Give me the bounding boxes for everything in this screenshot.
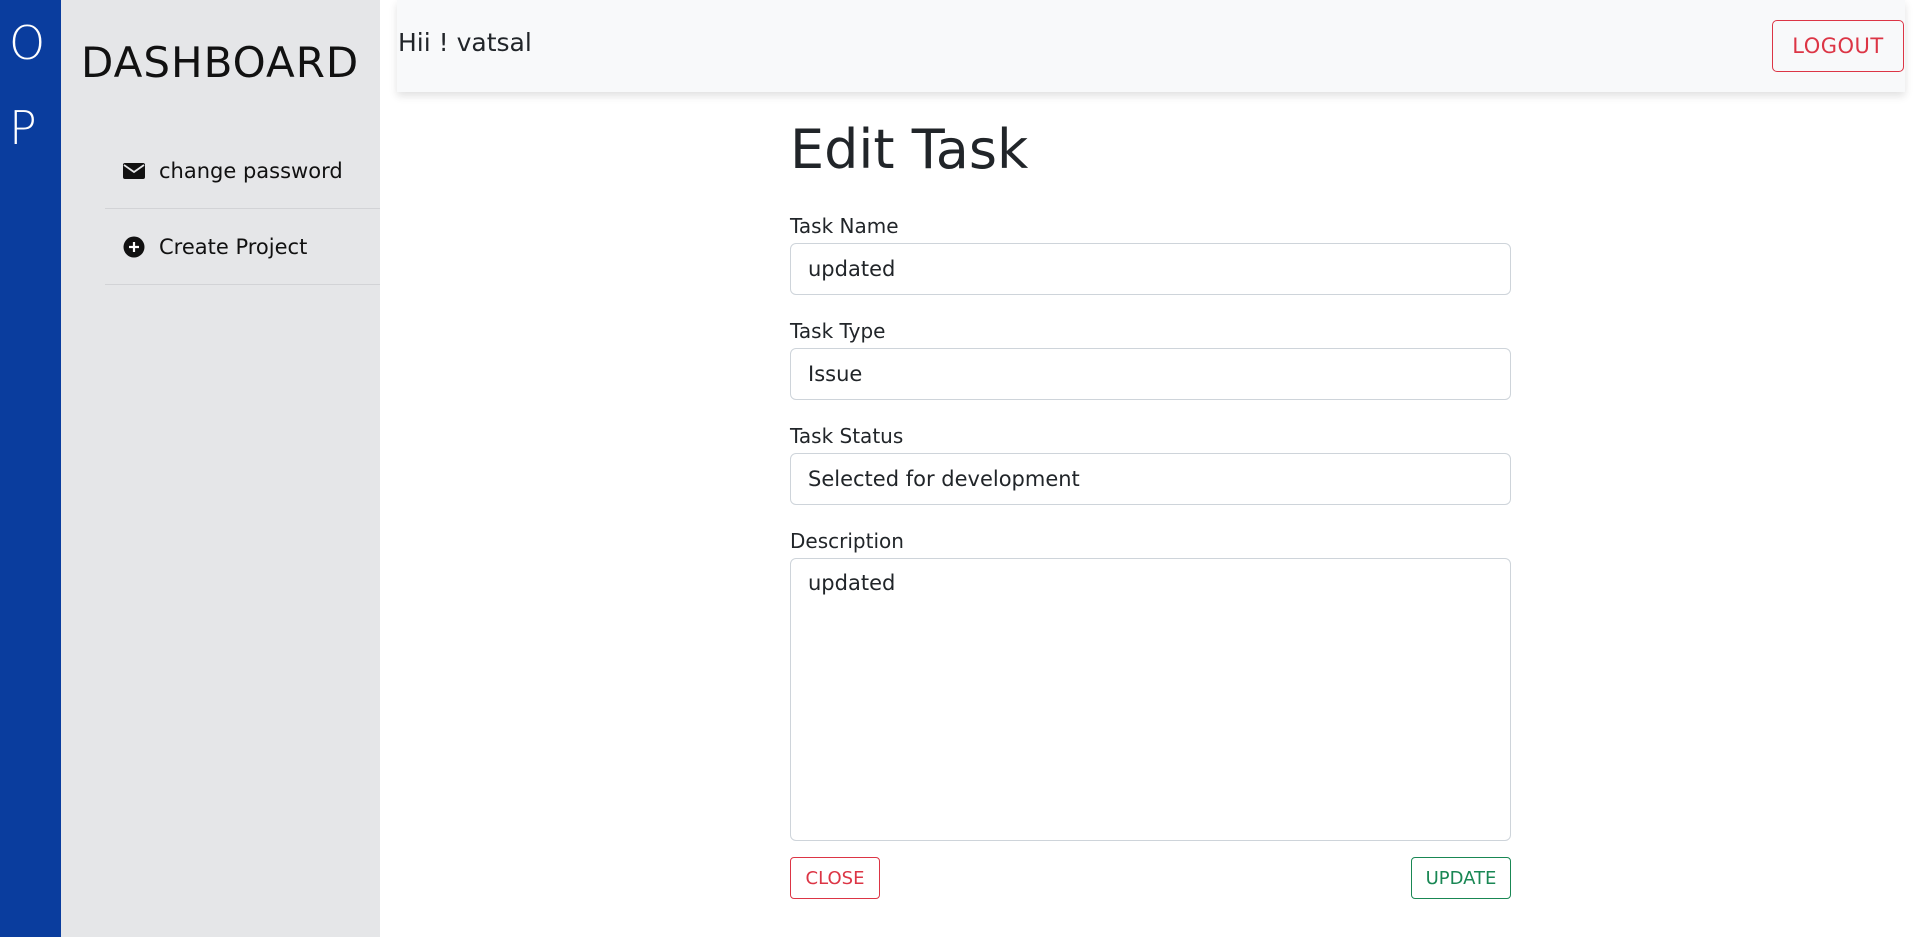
logout-button[interactable]: LOGOUT xyxy=(1772,20,1904,72)
top-navbar: Hii ! vatsal LOGOUT xyxy=(397,0,1905,92)
task-type-input[interactable] xyxy=(790,348,1511,400)
description-textarea[interactable]: updated xyxy=(790,558,1511,841)
task-name-group: Task Name xyxy=(790,214,1511,295)
task-status-label: Task Status xyxy=(790,424,904,448)
task-name-label: Task Name xyxy=(790,214,899,238)
brand-bar: O P xyxy=(0,0,61,937)
brand-letter-p: P xyxy=(9,101,37,155)
brand-letter-o: O xyxy=(9,16,46,70)
form-actions: CLOSE UPDATE xyxy=(790,857,1511,901)
close-button[interactable]: CLOSE xyxy=(790,857,880,899)
sidebar-menu: change password Create Project xyxy=(105,133,380,285)
edit-task-form: Edit Task Task Name Task Type Task Statu… xyxy=(790,100,1511,901)
user-greeting: Hii ! vatsal xyxy=(398,28,532,57)
task-type-label: Task Type xyxy=(790,319,886,343)
description-group: Description updated xyxy=(790,529,1511,845)
sidebar: DASHBOARD change password Create Project xyxy=(61,0,380,937)
task-status-input[interactable] xyxy=(790,453,1511,505)
plus-circle-icon xyxy=(123,236,145,258)
update-button[interactable]: UPDATE xyxy=(1411,857,1511,899)
envelope-icon xyxy=(123,160,145,182)
sidebar-item-create-project[interactable]: Create Project xyxy=(105,209,380,285)
sidebar-item-label: change password xyxy=(159,158,343,183)
page-title: Edit Task xyxy=(790,118,1029,181)
description-label: Description xyxy=(790,529,904,553)
task-status-group: Task Status xyxy=(790,424,1511,505)
task-name-input[interactable] xyxy=(790,243,1511,295)
sidebar-item-label: Create Project xyxy=(159,234,308,259)
sidebar-title: DASHBOARD xyxy=(81,38,360,87)
sidebar-item-change-password[interactable]: change password xyxy=(105,133,380,209)
task-type-group: Task Type xyxy=(790,319,1511,400)
